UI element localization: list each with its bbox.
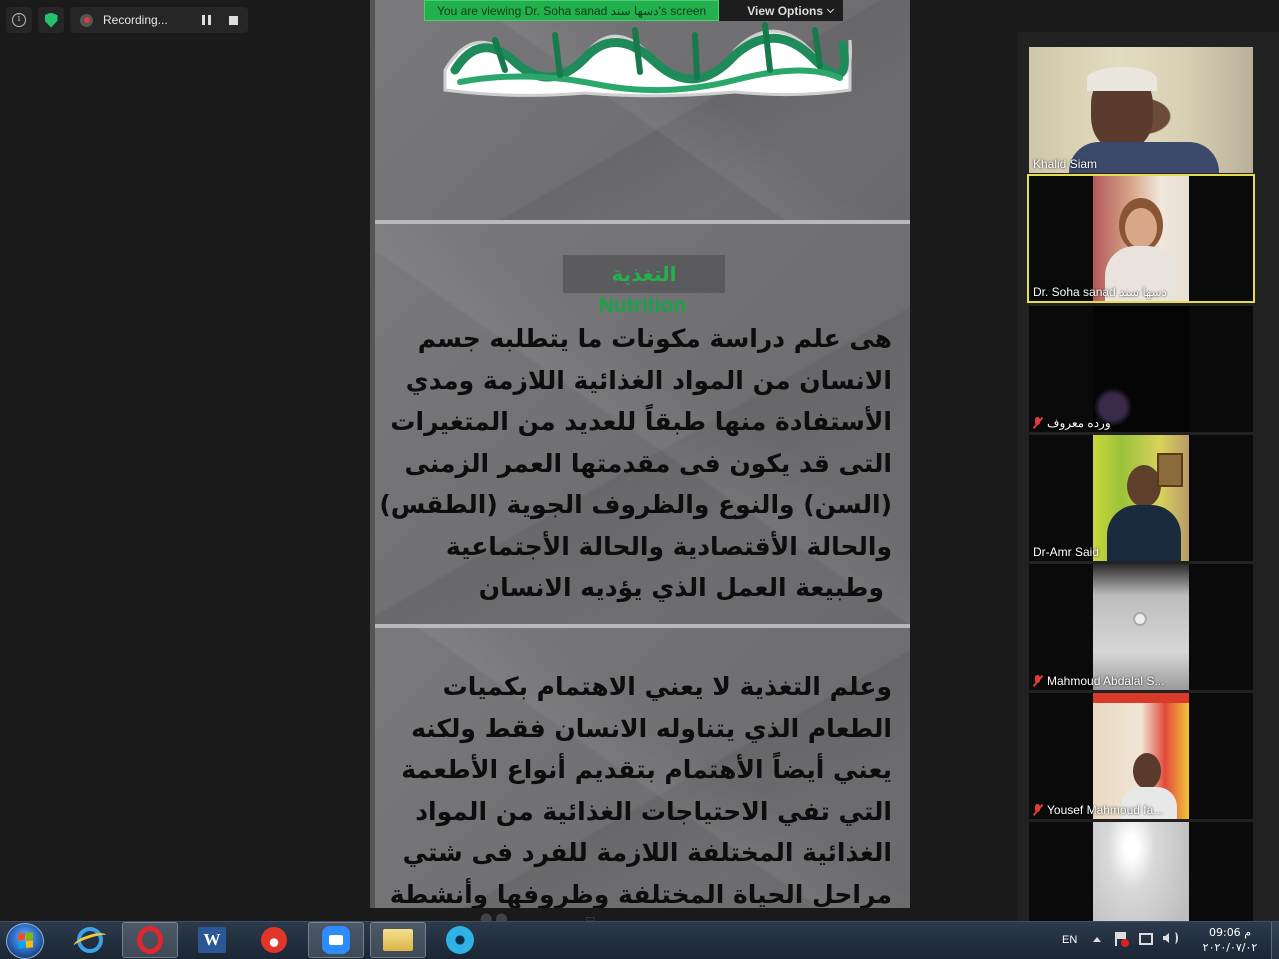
participant-tile[interactable]: Mahmoud Abdalal S... (1029, 564, 1253, 690)
participant-video (1093, 693, 1189, 819)
participant-video (1029, 47, 1253, 173)
slide-title-box: التغذية (563, 255, 725, 293)
slide-nutrition-continued: وعلم التغذية لا يعني الاهتمام بكميات الط… (375, 628, 910, 908)
meeting-info-button[interactable]: i (6, 7, 32, 33)
viewing-banner: You are viewing Dr. Soha sanad دسها سند'… (424, 0, 844, 21)
participant-name: ورده معروف (1033, 416, 1111, 430)
internet-explorer-icon (77, 927, 103, 953)
word-icon: W (198, 927, 226, 953)
show-desktop-button[interactable] (1271, 922, 1279, 959)
slide-line: وطبيعة العمل الذي يؤديه الانسان (478, 573, 884, 602)
participant-video (1093, 435, 1189, 561)
pause-recording-button[interactable] (202, 15, 211, 25)
clock-time: 09:06 م (1208, 926, 1251, 939)
system-clock[interactable]: 09:06 م ٢٠٢٠/٠٧/٠٢ (1190, 925, 1270, 955)
network-icon[interactable] (1139, 933, 1153, 945)
taskbar-internet-explorer[interactable] (62, 922, 118, 958)
participants-gallery: Khalid Siam Dr. Soha sanad دسها سند ورده… (1018, 32, 1279, 948)
participant-name: Khalid Siam (1033, 157, 1098, 171)
slide-nutrition: التغذية Nutrition هى علم دراسة مكونات ما… (375, 224, 910, 624)
clock-date: ٢٠٢٠/٠٧/٠٢ (1202, 941, 1258, 954)
participant-tile[interactable]: ورده معروف (1029, 306, 1253, 432)
meeting-status-bar: i Recording... (6, 6, 248, 34)
muted-mic-icon (1033, 675, 1043, 687)
participant-video (1093, 176, 1189, 301)
fire-app-icon (261, 927, 287, 953)
slide-title-arabic: التغذية (611, 262, 677, 286)
start-button[interactable] (6, 923, 44, 959)
muted-mic-icon (1033, 417, 1043, 429)
participant-name: Dr-Amr Said (1033, 545, 1100, 559)
slide-body-text: هى علم دراسة مكونات ما يتطلبه جسم الانسا… (379, 318, 892, 609)
participant-name: Yousef Mahmoud fa... (1033, 803, 1163, 817)
participant-tile[interactable]: Khalid Siam (1029, 47, 1253, 173)
taskbar-zoom[interactable] (308, 922, 364, 958)
slide-line: الغذائية المختلفة اللازمة للفرد فى شتي (402, 838, 892, 867)
taskbar-file-explorer[interactable] (370, 922, 426, 958)
show-hidden-icons-icon[interactable] (1093, 937, 1101, 942)
participant-tile[interactable]: Dr-Amr Said (1029, 435, 1253, 561)
encryption-button[interactable] (38, 7, 64, 33)
language-indicator[interactable]: EN (1062, 922, 1077, 958)
taskbar-media-player[interactable] (432, 922, 488, 958)
zoom-icon (322, 926, 350, 954)
participant-video (1093, 306, 1189, 432)
participant-tile-active-speaker[interactable]: Dr. Soha sanad دسها سند (1027, 174, 1255, 303)
slide-line: يعني أيضاً الأهتمام بتقديم أنواع الأطعمة (401, 755, 892, 784)
view-options-button[interactable]: View Options (719, 0, 844, 21)
slide-line: الطعام الذي يتناوله الانسان فقط ولكنه (411, 713, 892, 743)
taskbar-opera[interactable] (122, 922, 178, 958)
volume-waves-icon (1172, 932, 1178, 944)
taskbar-word[interactable]: W (184, 922, 240, 958)
slide-line: التى قد يكون فى مقدمتها العمر الزمنى (404, 448, 892, 478)
slide-basmala (375, 0, 910, 220)
slide-line: التي تفي الاحتياجات الغذائية من المواد (415, 796, 892, 826)
opera-icon (137, 926, 163, 954)
muted-mic-icon (1033, 804, 1043, 816)
windows-logo-icon (18, 932, 33, 949)
alert-badge-icon (1121, 939, 1129, 947)
slide-line: مراحل الحياة المختلفة وظروفها وأنشطة (389, 879, 892, 909)
slide-title-english: Nutrition (598, 294, 687, 317)
participant-video (1093, 564, 1189, 690)
record-icon (80, 13, 93, 27)
recording-label: Recording... (103, 13, 168, 27)
slide-line: (السن) والنوع والظروف الجوية (الطقس) (379, 490, 892, 519)
slide-line: وعلم التغذية لا يعني الاهتمام بكميات (442, 672, 892, 701)
slide-line: هى علم دراسة مكونات ما يتطلبه جسم (417, 324, 892, 353)
participant-tile[interactable]: Yousef Mahmoud fa... (1029, 693, 1253, 819)
viewing-screen-label: You are viewing Dr. Soha sanad دسها سند'… (424, 0, 720, 21)
recording-indicator: Recording... (70, 7, 248, 33)
stop-recording-button[interactable] (229, 15, 238, 25)
taskbar-app-fire[interactable] (246, 922, 302, 958)
folder-icon (383, 929, 413, 951)
film-reel-icon (446, 926, 474, 954)
slide-body-text: وعلم التغذية لا يعني الاهتمام بكميات الط… (390, 666, 892, 908)
slide-line: الانسان من المواد الغذائية اللازمة ومدي (405, 365, 892, 395)
participant-name: Mahmoud Abdalal S... (1033, 674, 1164, 688)
slide-line: الأستفادة منها طبقاً للعديد من المتغيرات (390, 407, 892, 436)
view-options-label: View Options (747, 3, 824, 18)
chevron-down-icon (826, 5, 835, 13)
info-icon: i (12, 13, 26, 27)
shared-screen: التغذية Nutrition هى علم دراسة مكونات ما… (370, 0, 910, 908)
slide-line: والحالة الأقتصادية والحالة الأجتماعية (445, 531, 892, 561)
shield-icon (44, 12, 58, 28)
participant-name: Dr. Soha sanad دسها سند (1033, 285, 1167, 299)
